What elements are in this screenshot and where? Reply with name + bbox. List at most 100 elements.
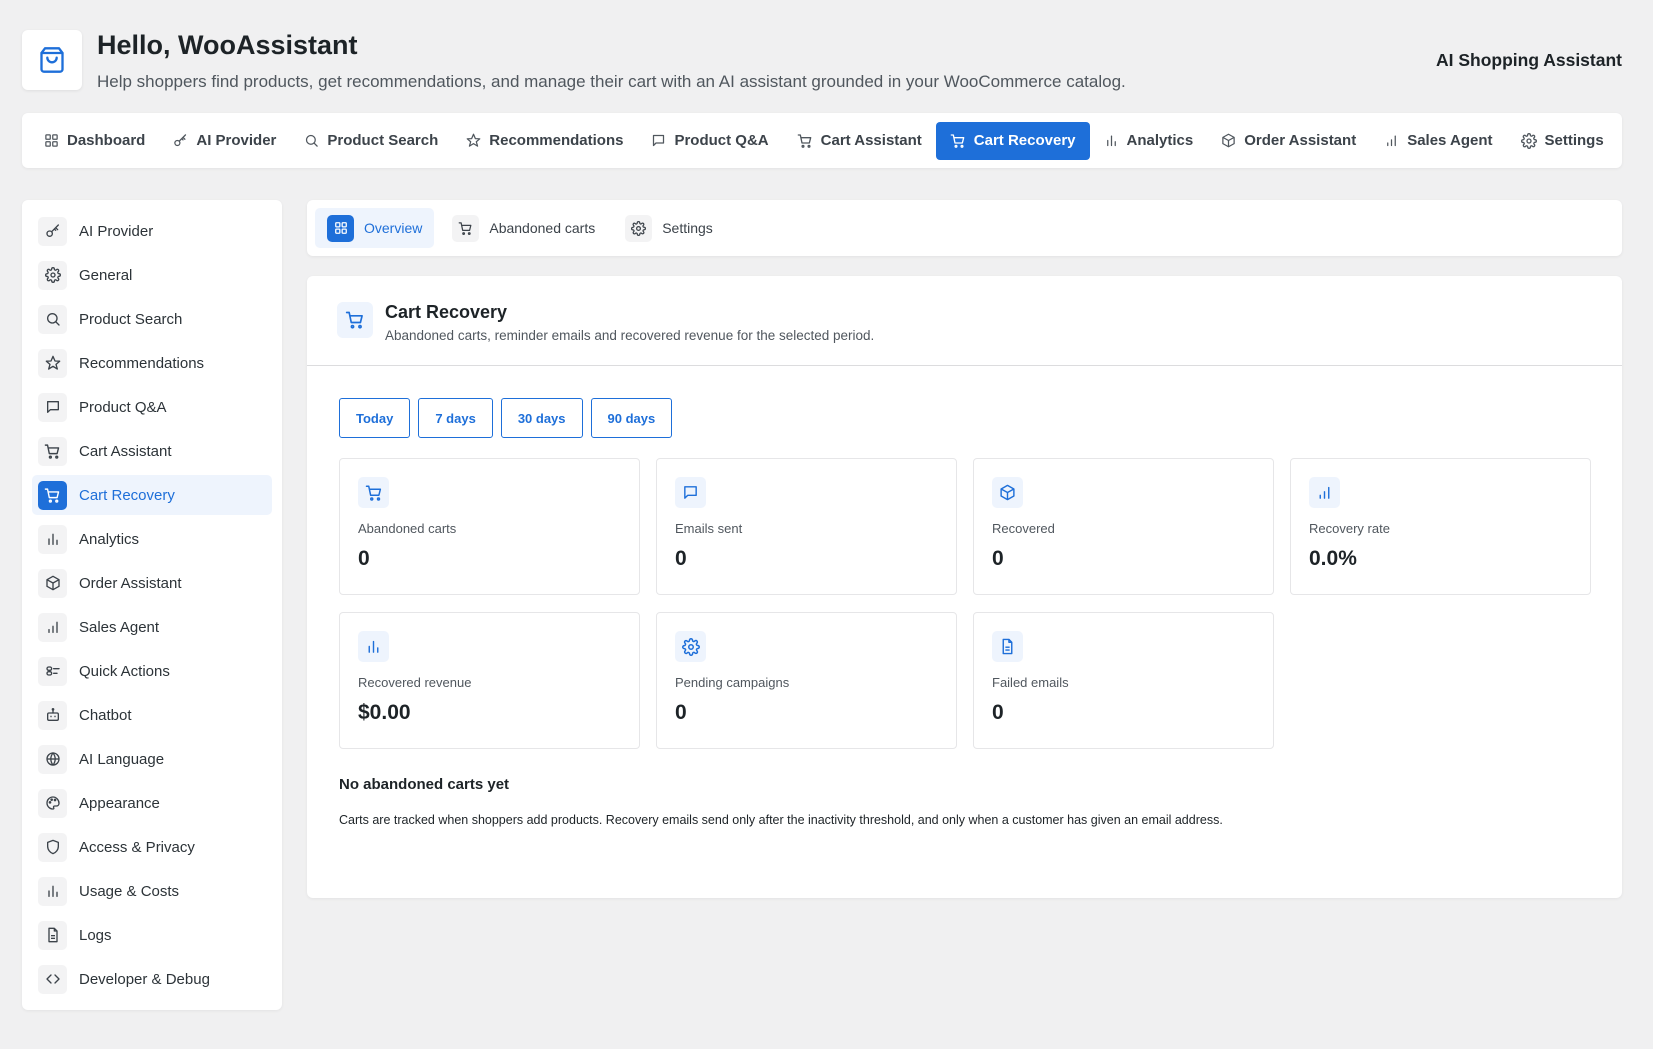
sidebar-item-label: Cart Assistant xyxy=(79,442,172,460)
sidebar-item-label: Access & Privacy xyxy=(79,838,195,856)
sidebar-item-cart-assistant[interactable]: Cart Assistant xyxy=(32,431,272,471)
chat-icon xyxy=(675,477,706,508)
cart-icon xyxy=(452,214,480,242)
sidebar-item-product-qa[interactable]: Product Q&A xyxy=(32,387,272,427)
gear-icon xyxy=(625,214,653,242)
gear-icon xyxy=(1520,132,1537,149)
stat-value: 0 xyxy=(992,701,1004,724)
sidebar-item-analytics[interactable]: Analytics xyxy=(32,519,272,559)
topnav-cart-recovery[interactable]: Cart Recovery xyxy=(935,121,1090,160)
stat-label: Recovered xyxy=(992,521,1055,536)
sidebar-item-cart-recovery[interactable]: Cart Recovery xyxy=(32,475,272,515)
topnav-product-search[interactable]: Product Search xyxy=(290,122,452,160)
topnav-cart-assistant[interactable]: Cart Assistant xyxy=(783,122,936,160)
empty-state-description: Carts are tracked when shoppers add prod… xyxy=(339,813,1223,827)
sidebar-item-label: Recommendations xyxy=(79,354,205,372)
star-icon xyxy=(38,348,67,378)
signal-icon xyxy=(1309,477,1340,508)
stat-value: 0 xyxy=(358,547,370,570)
sidebar-item-chatbot[interactable]: Chatbot xyxy=(32,695,272,735)
grid-icon xyxy=(44,133,59,148)
topnav-label: Cart Assistant xyxy=(820,132,922,149)
sidebar-item-recommendations[interactable]: Recommendations xyxy=(32,343,272,383)
sidebar-item-usage-costs[interactable]: Usage & Costs xyxy=(32,871,272,911)
globe-icon xyxy=(38,744,67,774)
sidebar-item-label: Product Search xyxy=(79,310,183,328)
cart-recovery-panel: Cart Recovery Abandoned carts, reminder … xyxy=(307,276,1622,898)
sidebar-item-label: AI Language xyxy=(79,750,165,768)
key-icon xyxy=(173,133,188,148)
range-today-button[interactable]: Today xyxy=(339,398,411,438)
sidebar-item-product-search[interactable]: Product Search xyxy=(32,299,272,339)
sidebar-item-sales-agent[interactable]: Sales Agent xyxy=(32,607,272,647)
signal-icon xyxy=(38,612,67,642)
cart-icon xyxy=(950,133,966,149)
chat-icon xyxy=(38,392,67,422)
tab-label: Abandoned carts xyxy=(489,220,596,236)
robot-icon xyxy=(38,700,67,730)
stat-card-abandoned-carts: Abandoned carts 0 xyxy=(339,458,640,595)
sidebar-item-label: Product Q&A xyxy=(79,398,167,416)
panel-header: Cart Recovery Abandoned carts, reminder … xyxy=(307,276,1622,366)
toggle-icon xyxy=(38,656,67,686)
sidebar-item-access-privacy[interactable]: Access & Privacy xyxy=(32,827,272,867)
sidebar-item-label: Order Assistant xyxy=(79,574,182,592)
sidebar-item-ai-provider[interactable]: AI Provider xyxy=(32,211,272,251)
stat-label: Recovery rate xyxy=(1309,521,1390,536)
sidebar-item-order-assistant[interactable]: Order Assistant xyxy=(32,563,272,603)
code-icon xyxy=(38,964,67,994)
stat-value: 0 xyxy=(675,701,687,724)
page-header: Hello, WooAssistant Help shoppers find p… xyxy=(22,30,1622,92)
search-icon xyxy=(304,133,319,148)
topnav-order-assistant[interactable]: Order Assistant xyxy=(1207,122,1370,160)
sidebar-item-label: Chatbot xyxy=(79,706,132,724)
topnav-recommendations[interactable]: Recommendations xyxy=(452,122,637,160)
document-icon xyxy=(38,920,67,950)
range-7-days-button[interactable]: 7 days xyxy=(418,398,493,438)
stat-value: 0 xyxy=(675,547,687,570)
stat-card-failed-emails: Failed emails 0 xyxy=(973,612,1274,749)
bar-chart-icon xyxy=(1104,133,1119,148)
date-range-selector: Today 7 days 30 days 90 days xyxy=(339,398,673,438)
topnav-label: Dashboard xyxy=(67,132,146,149)
sidebar-item-developer-debug[interactable]: Developer & Debug xyxy=(32,959,272,999)
topnav-dashboard[interactable]: Dashboard xyxy=(30,122,159,160)
topnav-ai-provider[interactable]: AI Provider xyxy=(159,122,290,160)
sidebar-item-logs[interactable]: Logs xyxy=(32,915,272,955)
stat-label: Failed emails xyxy=(992,675,1069,690)
panel-description: Abandoned carts, reminder emails and rec… xyxy=(385,328,875,343)
sidebar-item-label: Cart Recovery xyxy=(79,486,175,504)
sidebar-item-label: Analytics xyxy=(79,530,140,548)
stat-label: Abandoned carts xyxy=(358,521,457,536)
stat-card-pending-campaigns: Pending campaigns 0 xyxy=(656,612,957,749)
tab-settings[interactable]: Settings xyxy=(613,208,725,248)
gear-icon xyxy=(675,631,706,662)
shield-icon xyxy=(38,832,67,862)
palette-icon xyxy=(38,788,67,818)
topnav-product-qa[interactable]: Product Q&A xyxy=(637,122,782,160)
tab-label: Settings xyxy=(662,220,713,236)
cart-icon xyxy=(797,133,813,149)
cart-icon xyxy=(337,302,373,338)
cart-icon xyxy=(358,477,389,508)
range-30-days-button[interactable]: 30 days xyxy=(500,398,583,438)
stat-card-recovered-revenue: Recovered revenue $0.00 xyxy=(339,612,640,749)
sub-tabs: Overview Abandoned carts Settings xyxy=(307,200,1622,256)
page-subtitle: Help shoppers find products, get recomme… xyxy=(97,72,1126,91)
range-90-days-button[interactable]: 90 days xyxy=(590,398,673,438)
panel-title: Cart Recovery xyxy=(385,302,508,322)
stat-label: Recovered revenue xyxy=(358,675,472,690)
stat-label: Pending campaigns xyxy=(675,675,790,690)
topnav-analytics[interactable]: Analytics xyxy=(1090,122,1208,160)
document-icon xyxy=(992,631,1023,662)
grid-icon xyxy=(327,214,354,242)
tab-abandoned-carts[interactable]: Abandoned carts xyxy=(440,208,607,248)
sidebar-item-ai-language[interactable]: AI Language xyxy=(32,739,272,779)
bar-chart-icon xyxy=(358,631,389,662)
sidebar-item-general[interactable]: General xyxy=(32,255,272,295)
tab-overview[interactable]: Overview xyxy=(315,208,435,248)
topnav-settings[interactable]: Settings xyxy=(1507,122,1618,160)
sidebar-item-appearance[interactable]: Appearance xyxy=(32,783,272,823)
sidebar-item-quick-actions[interactable]: Quick Actions xyxy=(32,651,272,691)
topnav-sales-agent[interactable]: Sales Agent xyxy=(1370,122,1506,160)
